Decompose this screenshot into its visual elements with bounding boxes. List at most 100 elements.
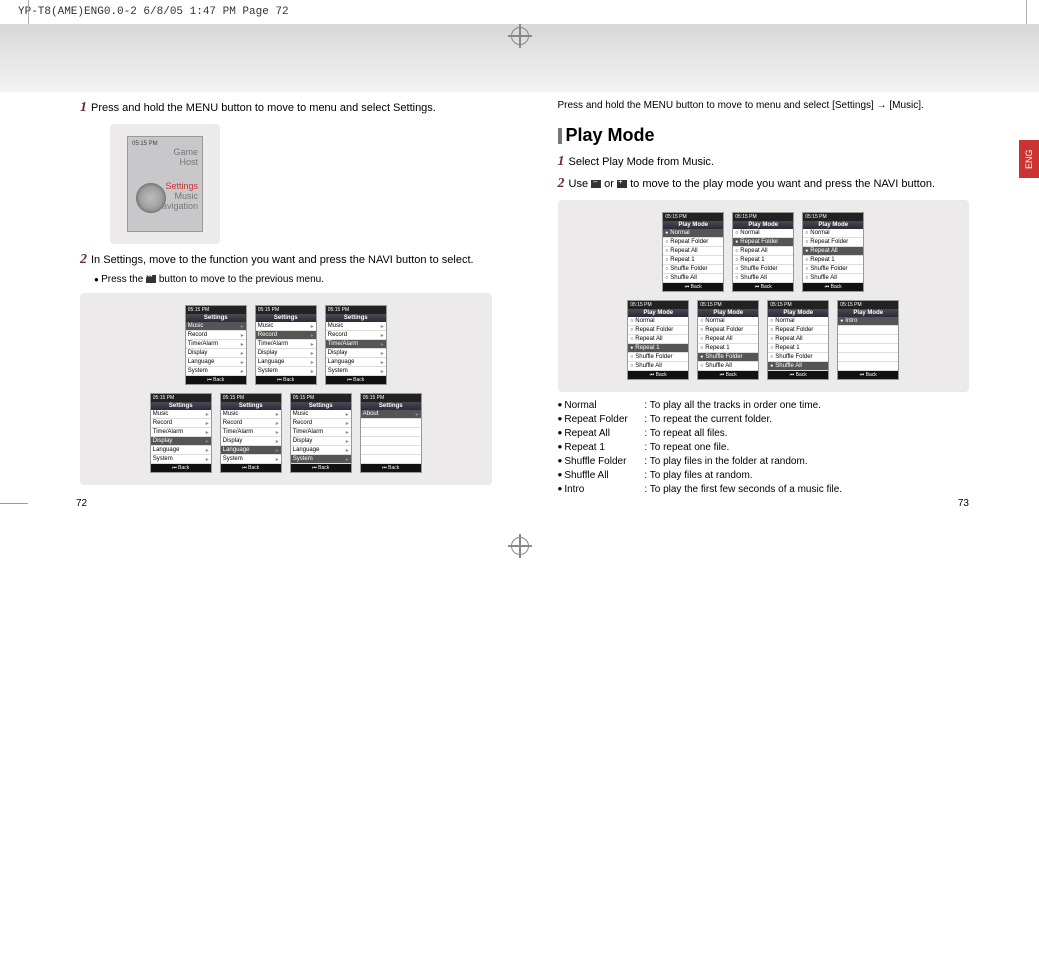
menu-row: Repeat All [733,247,793,256]
step-number: 1 [80,100,87,116]
menu-row: Shuffle Folder [768,353,828,362]
menu-row: Record▸ [256,331,316,340]
definition-label: Repeat All [564,428,644,439]
chevron-right-icon: ▸ [346,456,349,463]
chevron-right-icon: ▸ [381,368,384,375]
chevron-right-icon: ▸ [311,368,314,375]
chevron-right-icon: ▸ [241,332,244,339]
menu-row: Repeat Folder [628,326,688,335]
step-number: 2 [80,252,87,268]
menu-row: Normal [733,229,793,238]
menu-row: Repeat 1 [698,344,758,353]
chevron-right-icon: ▸ [346,438,349,445]
menu-row: Repeat 1 [628,344,688,353]
menu-row: Shuffle All [663,274,723,283]
menu-row: System▸ [151,455,211,464]
menu-row: Repeat All [803,247,863,256]
device-settings-screen: 05:15 PMSettingsMusic▸Record▸Time/Alarm▸… [185,305,247,385]
trim-mark-left-bottom [0,494,28,514]
chevron-right-icon: ▸ [381,359,384,366]
menu-row: Repeat All [628,335,688,344]
menu-row: Repeat 1 [768,344,828,353]
definition-desc: To repeat one file. [644,442,729,453]
menu-row: Time/Alarm▸ [186,340,246,349]
settings-screens-panel: 05:15 PMSettingsMusic▸Record▸Time/Alarm▸… [80,293,492,485]
menu-row: Music▸ [186,322,246,331]
menu-row: Time/Alarm▸ [151,428,211,437]
device-playmode-screen: 05:15 PMPlay ModeNormalRepeat FolderRepe… [627,300,689,380]
back-bar: ⏮ Back [326,376,386,384]
step-1: 1 Press and hold the MENU button to move… [80,100,492,116]
menu-row: Repeat 1 [663,256,723,265]
definition-desc: To repeat all files. [644,428,727,439]
statusbar: 05:15 PM [186,306,246,314]
menu-row: Music▸ [326,322,386,331]
menu-row: System▸ [256,367,316,376]
device-about-screen: 05:15 PMSettingsAbout▸⏮ Back [360,393,422,473]
screen-title: Settings [326,314,386,322]
menu-row: Music▸ [151,410,211,419]
chevron-right-icon: ▸ [311,332,314,339]
definition-row: IntroTo play the first few seconds of a … [558,484,970,495]
chevron-right-icon: ▸ [381,350,384,357]
menu-row: Normal [628,317,688,326]
chevron-right-icon: ▸ [276,447,279,454]
device-playmode-screen: 05:15 PMPlay ModeNormalRepeat FolderRepe… [732,212,794,292]
chevron-right-icon: ▸ [241,359,244,366]
device-settings-screen: 05:15 PMSettingsMusic▸Record▸Time/Alarm▸… [150,393,212,473]
menu-row: Time/Alarm▸ [291,428,351,437]
prev-icon [146,275,156,283]
chevron-right-icon: ▸ [206,411,209,418]
step-text: Select Play Mode from Music. [569,154,715,170]
menu-row: Shuffle Folder [628,353,688,362]
chevron-right-icon: ▸ [346,447,349,454]
menu-row: Shuffle All [768,362,828,371]
menu-row: Language▸ [221,446,281,455]
chevron-right-icon: ▸ [276,429,279,436]
menu-row: Language▸ [186,358,246,367]
definition-desc: To repeat the current folder. [644,414,772,425]
statusbar: 05:15 PM [326,306,386,314]
definition-label: Normal [564,400,644,411]
home-item: Game [132,147,198,157]
menu-row: Record▸ [221,419,281,428]
chevron-right-icon: ▸ [381,341,384,348]
menu-row: Music▸ [221,410,281,419]
menu-row: Record▸ [151,419,211,428]
definition-label: Intro [564,484,644,495]
definition-row: Shuffle FolderTo play files in the folde… [558,456,970,467]
menu-row: Repeat All [698,335,758,344]
device-settings-screen: 05:15 PMSettingsMusic▸Record▸Time/Alarm▸… [290,393,352,473]
chevron-right-icon: ▸ [311,359,314,366]
playmode-screens-panel: 05:15 PMPlay ModeNormalRepeat FolderRepe… [558,200,970,392]
chevron-right-icon: ▸ [276,411,279,418]
menu-row: Time/Alarm▸ [221,428,281,437]
page-72: 1 Press and hold the MENU button to move… [0,100,520,498]
registration-mark-top [508,24,532,48]
statusbar: 05:15 PM [221,394,281,402]
back-bar: ⏮ Back [221,464,281,472]
screen-title: Settings [256,314,316,322]
chevron-right-icon: ▸ [206,447,209,454]
menu-row: Normal [803,229,863,238]
intro-text: Press and hold the MENU button to move t… [558,100,970,111]
chevron-right-icon: ▸ [311,350,314,357]
chevron-right-icon: ▸ [241,341,244,348]
menu-row: Repeat Folder [698,326,758,335]
device-playmode-screen: 05:15 PMPlay ModeNormalRepeat FolderRepe… [767,300,829,380]
gear-icon [136,183,166,213]
step-number: 1 [558,154,565,170]
back-bar: ⏮ Back [186,376,246,384]
menu-row: Repeat 1 [803,256,863,265]
menu-row: Time/Alarm▸ [256,340,316,349]
back-bar: ⏮ Back [256,376,316,384]
menu-row: Language▸ [256,358,316,367]
definition-row: Repeat AllTo repeat all files. [558,428,970,439]
section-heading: Play Mode [558,125,970,146]
menu-row: Repeat All [768,335,828,344]
back-bar: ⏮ Back [151,464,211,472]
device-intro-screen: 05:15 PMPlay ModeIntro⏮ Back [837,300,899,380]
chevron-right-icon: ▸ [381,332,384,339]
menu-row: Repeat Folder [803,238,863,247]
screen-title: Settings [221,402,281,410]
